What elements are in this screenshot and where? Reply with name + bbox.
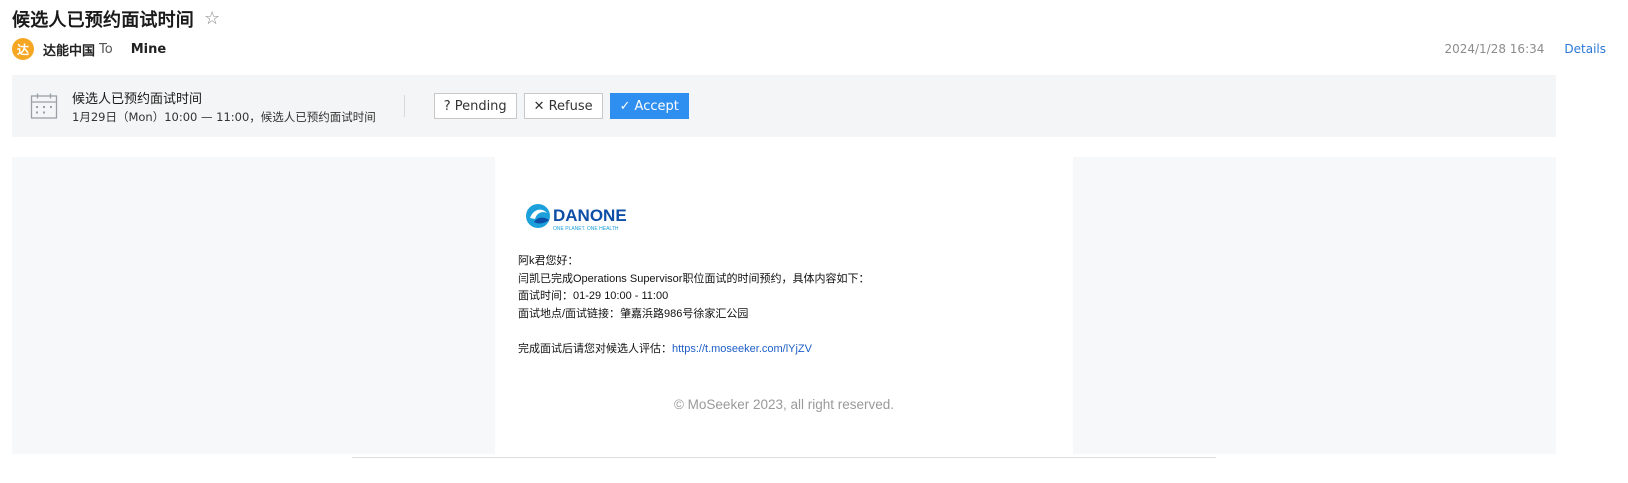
accept-button[interactable]: ✓ Accept	[609, 93, 689, 119]
calendar-icon	[30, 93, 58, 119]
sender-meta: 2024/1/28 16:34 Details	[1444, 42, 1616, 56]
divider	[352, 457, 1216, 458]
danone-logo: DANONE ONE PLANET. ONE HEALTH	[526, 204, 627, 232]
invite-text: 候选人已预约面试时间 1月29日（Mon）10:00 — 11:00，候选人已预…	[72, 88, 376, 125]
logo-brand: DANONE	[553, 206, 627, 225]
email-subject: 候选人已预约面试时间	[12, 10, 194, 31]
recipient-name[interactable]: Mine	[131, 42, 166, 57]
accept-label: Accept	[634, 98, 679, 114]
star-icon[interactable]: ☆	[204, 10, 220, 28]
interview-location: 肇嘉浜路986号徐家汇公园	[620, 307, 749, 320]
subject-row: 候选人已预约面试时间 ☆	[12, 6, 220, 32]
message-text: 阿k君您好： 闫凯已完成Operations Supervisor职位面试的时间…	[518, 253, 869, 358]
invite-title: 候选人已预约面试时间	[72, 91, 203, 107]
interview-location-row: 面试地点/面试链接：肇嘉浜路986号徐家汇公园	[518, 307, 749, 320]
invite-time: 1月29日（Mon）10:00 — 11:00，候选人已预约面试时间	[72, 109, 376, 124]
email-content-card: DANONE ONE PLANET. ONE HEALTH 阿k君您好： 闫凯已…	[495, 157, 1073, 454]
to-label: To	[99, 41, 113, 57]
sender-name[interactable]: 达能中国	[43, 40, 95, 59]
copyright-text: © MoSeeker 2023, all right reserved.	[673, 397, 895, 412]
refuse-button[interactable]: ✕ Refuse	[523, 93, 603, 119]
evaluation-link[interactable]: https://t.moseeker.com/lYjZV	[672, 343, 812, 355]
message-line: 闫凯已完成Operations Supervisor职位面试的时间预约，具体内容…	[518, 272, 870, 285]
close-icon: ✕	[533, 98, 545, 114]
interview-time-row: 面试时间：01-29 10:00 - 11:00	[518, 290, 669, 302]
pending-button[interactable]: ? Pending	[433, 93, 517, 119]
meeting-invite-bar: 候选人已预约面试时间 1月29日（Mon）10:00 — 11:00，候选人已预…	[12, 75, 1556, 137]
avatar[interactable]: 达	[12, 38, 34, 60]
check-icon: ✓	[619, 98, 631, 114]
greeting: 阿k君您好：	[518, 255, 579, 267]
sender-row: 达 达能中国 To Mine 2024/1/28 16:34 Details	[12, 38, 1616, 60]
interview-time: 01-29 10:00 - 11:00	[573, 290, 669, 302]
pending-label: Pending	[454, 98, 507, 114]
question-icon: ?	[443, 98, 451, 114]
email-date: 2024/1/28 16:34	[1444, 42, 1545, 56]
refuse-label: Refuse	[548, 98, 593, 114]
details-link[interactable]: Details	[1564, 42, 1606, 56]
logo-tagline: ONE PLANET. ONE HEALTH	[553, 226, 619, 232]
evaluation-row: 完成面试后请您对候选人评估：https://t.moseeker.com/lYj…	[518, 342, 812, 355]
divider	[403, 95, 405, 117]
